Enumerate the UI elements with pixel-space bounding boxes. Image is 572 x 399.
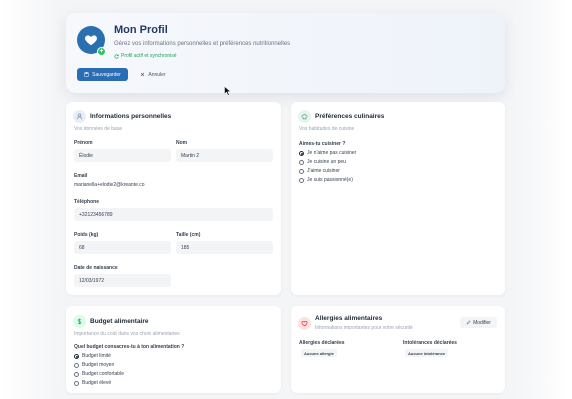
culinary-icon-wrap (298, 110, 311, 123)
allergies-declared-label: Allergies déclarées (299, 340, 345, 346)
culinary-option-label: J'aime cuisiner (307, 168, 340, 174)
profile-header: + Mon Profil Gérez vos informations pers… (66, 13, 505, 93)
culinary-card-title: Préférences culinaires (315, 113, 385, 120)
pencil-icon (466, 320, 471, 325)
modify-button-label: Modifier (473, 319, 491, 326)
allergies-card: Allergies alimentaires Informations impo… (291, 306, 505, 393)
radio-checked[interactable] (299, 150, 304, 156)
budget-card-title: Budget alimentaire (90, 318, 149, 325)
weight-field[interactable]: 68 (74, 241, 171, 254)
budget-option[interactable]: Budget moyen (74, 362, 114, 368)
sync-status: Profil actif et synchronisé (114, 53, 177, 59)
radio[interactable] (74, 362, 79, 368)
culinary-option-label: Je cuisine un peu (307, 159, 346, 165)
allergy-icon-wrap (298, 317, 311, 330)
refresh-icon (114, 53, 119, 59)
page-fade-left (0, 0, 60, 399)
last-name-label: Nom (176, 140, 188, 146)
dollar-icon (77, 318, 82, 325)
culinary-question: Aimes-tu cuisiner ? (299, 141, 346, 147)
culinary-option[interactable]: Je suis passionné(e) (299, 177, 353, 183)
personal-icon-wrap (73, 110, 86, 123)
heart-icon (85, 35, 97, 46)
last-name-field[interactable]: Martin 2 (176, 149, 273, 162)
height-field[interactable]: 185 (176, 241, 273, 254)
budget-icon-wrap (73, 315, 86, 328)
culinary-card: Préférences culinaires Vos habitudes de … (291, 102, 505, 295)
radio[interactable] (74, 371, 79, 377)
page-subtitle: Gérez vos informations personnelles et p… (114, 41, 291, 47)
allergies-card-title: Allergies alimentaires (315, 315, 383, 322)
budget-option-label: Budget moyen (82, 362, 115, 368)
budget-card-desc: Importance du coût dans vos choix alimen… (74, 331, 180, 337)
personal-info-card: Informations personnelles Vos données de… (66, 102, 281, 295)
birth-label: Date de naissance (74, 265, 118, 271)
modify-button[interactable]: Modifier (460, 317, 497, 328)
allergies-card-desc: Informations importantes pour votre sécu… (315, 325, 413, 331)
email-value: marianella+elodie2@kreante.co (74, 182, 145, 188)
culinary-option-label: Je suis passionné(e) (307, 177, 353, 183)
email-label: Email (74, 173, 88, 179)
personal-card-title: Informations personnelles (90, 113, 172, 120)
personal-card-desc: Vos données de base (74, 126, 123, 132)
radio[interactable] (74, 380, 79, 386)
check-badge-icon: + (97, 47, 106, 56)
radio[interactable] (299, 177, 304, 183)
allergy-tag: Aucune allergie (301, 349, 337, 357)
culinary-card-desc: Vos habitudes de cuisine (299, 126, 355, 132)
save-icon (84, 72, 89, 77)
save-button[interactable]: Sauvegarder (77, 68, 128, 81)
user-icon (76, 113, 83, 120)
radio-checked[interactable] (74, 353, 79, 359)
culinary-option[interactable]: Je cuisine un peu (299, 159, 346, 165)
budget-card: Budget alimentaire Importance du coût da… (66, 306, 281, 393)
cursor-icon (224, 86, 232, 96)
first-name-field[interactable]: Élodie (74, 149, 171, 162)
radio[interactable] (299, 168, 304, 174)
first-name-label: Prénom (74, 140, 93, 146)
culinary-option[interactable]: Je n'aime pas cuisiner (299, 150, 356, 156)
budget-option-label: Budget confortable (82, 371, 124, 377)
cancel-button[interactable]: Annuler (133, 68, 173, 81)
phone-label: Téléphone (74, 199, 100, 205)
budget-option[interactable]: Budget limité (74, 353, 111, 359)
culinary-option-label: Je n'aime pas cuisiner (307, 150, 357, 156)
sync-status-label: Profil actif et synchronisé (121, 53, 177, 59)
budget-option[interactable]: Budget confortable (74, 371, 124, 377)
page-fade-right (512, 0, 572, 399)
cancel-button-label: Annuler (148, 71, 166, 78)
birth-field[interactable]: 12/03/1972 (74, 274, 171, 287)
radio[interactable] (299, 159, 304, 165)
chef-hat-icon (301, 113, 308, 120)
weight-label: Poids (kg) (74, 232, 99, 238)
page-title: Mon Profil (114, 24, 168, 36)
budget-question: Quel budget consacres-tu à ton alimentat… (74, 344, 185, 350)
heart-outline-icon (301, 320, 308, 327)
culinary-option[interactable]: J'aime cuisiner (299, 168, 340, 174)
budget-option-label: Budget limité (82, 353, 111, 359)
intolerance-tag: Aucune intolérance (405, 349, 449, 357)
height-label: Taille (cm) (176, 232, 201, 238)
intolerances-declared-label: Intolérances déclarées (403, 340, 457, 346)
close-icon (141, 72, 145, 77)
save-button-label: Sauvegarder (92, 71, 121, 78)
budget-option-label: Budget élevé (82, 380, 112, 386)
phone-field[interactable]: +32123456789 (74, 208, 273, 221)
budget-option[interactable]: Budget élevé (74, 380, 111, 386)
